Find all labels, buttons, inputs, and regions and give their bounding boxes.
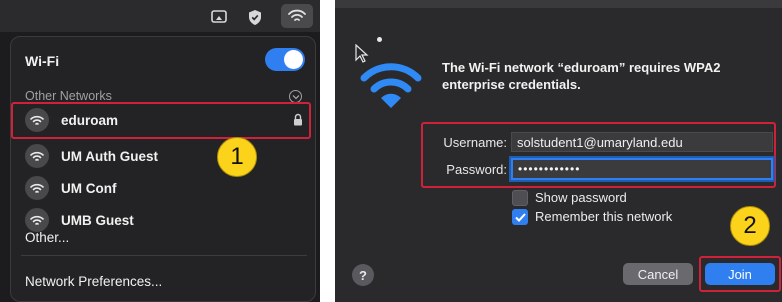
dialog-message: The Wi-Fi network “eduroam” requires WPA… xyxy=(442,60,721,92)
username-label: Username: xyxy=(443,135,507,150)
credentials-dialog-panel: The Wi-Fi network “eduroam” requires WPA… xyxy=(335,0,782,302)
network-preferences-item[interactable]: Network Preferences... xyxy=(25,274,162,289)
other-networks-item[interactable]: Other... xyxy=(25,230,69,245)
wifi-menubar-button[interactable] xyxy=(281,4,313,28)
cancel-button[interactable]: Cancel xyxy=(623,263,693,285)
wifi-icon xyxy=(360,62,422,115)
toggle-knob xyxy=(284,50,303,69)
wifi-menu-panel: Wi-Fi Other Networks eduroam UM Auth Gue… xyxy=(0,0,320,302)
join-button[interactable]: Join xyxy=(705,263,775,285)
menu-bar xyxy=(0,0,320,32)
password-label: Password: xyxy=(446,162,507,177)
menu-divider xyxy=(21,255,307,256)
step-badge-1: 1 xyxy=(217,137,257,177)
wifi-toggle[interactable] xyxy=(265,48,305,71)
show-password-label: Show password xyxy=(535,190,627,205)
step-badge-2: 2 xyxy=(730,206,770,246)
remember-network-label: Remember this network xyxy=(535,209,673,224)
username-field[interactable]: solstudent1@umaryland.edu xyxy=(511,132,773,152)
wifi-icon xyxy=(25,208,49,232)
shield-icon[interactable] xyxy=(246,8,264,26)
indicator-dot xyxy=(377,37,382,42)
wifi-icon xyxy=(288,9,306,21)
help-button[interactable]: ? xyxy=(352,264,374,286)
network-name: UM Conf xyxy=(61,180,117,196)
network-name: UM Auth Guest xyxy=(61,148,158,164)
dialog-top-edge xyxy=(335,0,782,8)
password-field[interactable]: •••••••••••• xyxy=(511,158,773,180)
section-label: Other Networks xyxy=(25,89,112,103)
eduroam-highlight-box xyxy=(11,102,311,139)
menu-title: Wi-Fi xyxy=(25,53,60,69)
network-name: UMB Guest xyxy=(61,212,134,228)
network-item-um-auth-guest[interactable]: UM Auth Guest xyxy=(15,141,313,171)
network-item-um-conf[interactable]: UM Conf xyxy=(15,173,313,203)
screen-mirroring-icon[interactable] xyxy=(210,8,228,26)
checkmark-icon xyxy=(514,212,526,222)
wifi-icon xyxy=(25,176,49,200)
wifi-icon xyxy=(25,144,49,168)
show-password-checkbox[interactable] xyxy=(512,190,528,206)
remember-network-checkbox[interactable] xyxy=(512,209,528,225)
wifi-dropdown-menu: Wi-Fi Other Networks eduroam UM Auth Gue… xyxy=(10,36,316,302)
